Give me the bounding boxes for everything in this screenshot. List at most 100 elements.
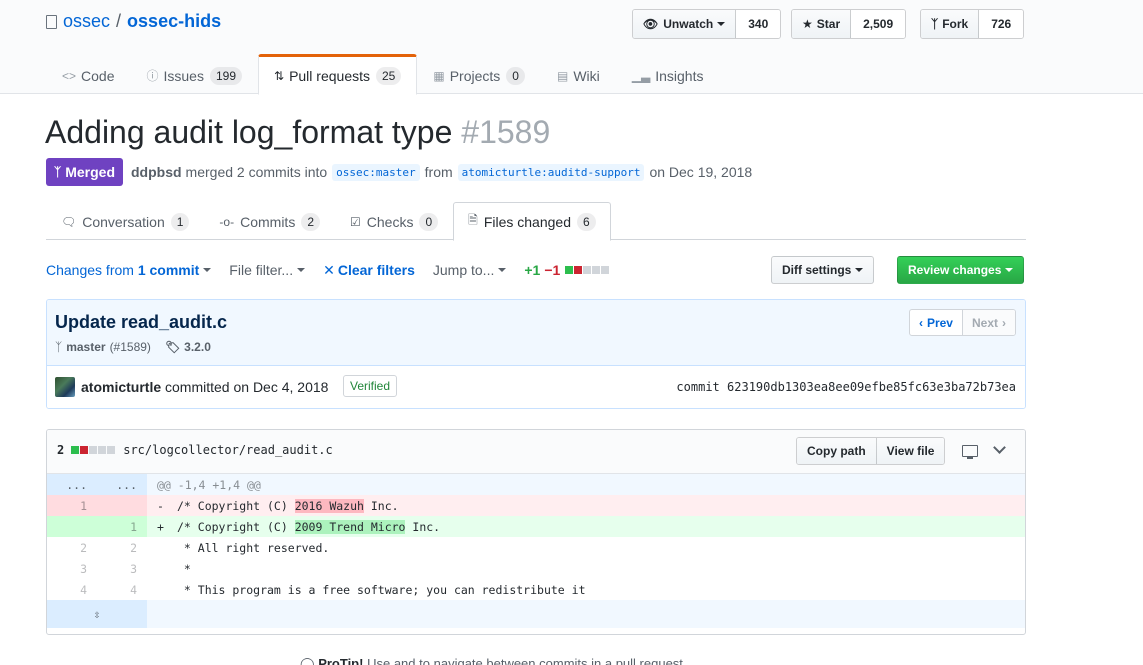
- old-line-number[interactable]: 3: [47, 558, 97, 579]
- tab-projects[interactable]: ▦ Projects 0: [417, 54, 541, 95]
- files-counter: 6: [576, 212, 596, 231]
- unfold-icon[interactable]: ⇳: [47, 600, 147, 628]
- code-text: *: [177, 561, 191, 576]
- repo-icon: [46, 14, 57, 29]
- commit-branch-info: ᛉ master (#1589) 🏷 3.2.0: [55, 340, 215, 354]
- tab-files-label: Files changed: [483, 213, 571, 230]
- forks-count[interactable]: 726: [979, 10, 1024, 38]
- issue-icon: ⓘ: [146, 69, 159, 83]
- protip-rest: to navigate between commits in a pull re…: [419, 656, 687, 665]
- comment-icon: 🗨: [61, 214, 77, 229]
- avatar[interactable]: [55, 377, 75, 397]
- new-line-number[interactable]: 2: [97, 537, 147, 558]
- star-button[interactable]: ★ Star: [792, 10, 852, 38]
- book-icon: ▤: [556, 68, 569, 83]
- old-line-number[interactable]: 1: [47, 495, 97, 516]
- new-line-number[interactable]: 1: [97, 516, 147, 537]
- next-label: Next: [971, 315, 998, 330]
- code-text: /* Copyright (C): [177, 519, 295, 534]
- copy-path-button[interactable]: Copy path: [797, 438, 876, 464]
- tab-conversation[interactable]: 🗨 Conversation 1: [46, 202, 204, 241]
- merge-date: on Dec 19, 2018: [649, 164, 753, 180]
- base-branch[interactable]: ossec:master: [332, 163, 420, 181]
- line-code: * All right reserved.: [147, 537, 1025, 558]
- deletions-count: −1: [544, 262, 561, 278]
- prev-button[interactable]: ‹ Prev: [910, 310, 963, 335]
- caret-down-icon: [297, 268, 306, 272]
- repo-owner-link[interactable]: ossec: [63, 11, 110, 32]
- chevron-left-icon: ‹: [918, 315, 923, 330]
- chevron-down-icon[interactable]: [993, 441, 1006, 454]
- unwatch-button[interactable]: 👁 Unwatch: [633, 10, 737, 38]
- old-line-number[interactable]: [47, 516, 97, 537]
- commit-box: Update read_audit.c ᛉ master (#1589) 🏷 3…: [46, 299, 1026, 409]
- tab-code[interactable]: <> Code: [46, 54, 130, 95]
- changes-from-dropdown[interactable]: Changes from 1 commit: [46, 262, 212, 278]
- watchers-count[interactable]: 340: [736, 10, 781, 38]
- diff-toolbar: Changes from 1 commit File filter... ✕ C…: [46, 256, 1026, 284]
- caret-down-icon: [203, 268, 212, 272]
- diffstat-block: [574, 266, 583, 274]
- one-commit-label: 1 commit: [137, 262, 200, 278]
- verified-badge[interactable]: Verified: [343, 375, 398, 397]
- eye-icon: 👁: [643, 17, 659, 31]
- caret-down-icon: [717, 22, 726, 26]
- jump-to-dropdown[interactable]: Jump to...: [433, 262, 507, 278]
- review-changes-button[interactable]: Review changes: [897, 256, 1025, 284]
- tab-pull-requests[interactable]: ⇅ Pull requests 25: [258, 54, 418, 95]
- tab-issues[interactable]: ⓘ Issues 199: [130, 54, 258, 95]
- expand-spacer: [147, 600, 1025, 628]
- additions-count: +1: [524, 262, 541, 278]
- repo-name-link[interactable]: ossec-hids: [127, 11, 221, 32]
- old-line-number[interactable]: 4: [47, 579, 97, 600]
- pr-author-link[interactable]: ddpbsd: [131, 164, 182, 180]
- repo-separator: /: [116, 11, 122, 31]
- fork-button[interactable]: ᛉ Fork: [921, 10, 980, 38]
- tab-wiki-label: Wiki: [573, 67, 600, 84]
- pr-meta: ᛉ Merged ddpbsd merged 2 commits into os…: [46, 158, 752, 186]
- diff-settings-button[interactable]: Diff settings: [771, 256, 875, 284]
- line-sign: -: [157, 498, 164, 513]
- commit-sha-value[interactable]: 623190db1303ea8ee09efbe85fc63e3ba72b73ea: [727, 380, 1016, 394]
- tab-projects-label: Projects: [449, 67, 501, 84]
- tab-issues-label: Issues: [163, 67, 204, 84]
- diffstat-block: [583, 266, 592, 274]
- clear-filters-button[interactable]: ✕ Clear filters: [323, 262, 415, 279]
- commit-pr-ref[interactable]: (#1589): [110, 340, 151, 354]
- commit-branch-name[interactable]: master: [66, 340, 105, 354]
- tab-checks[interactable]: ☑ Checks 0: [335, 202, 453, 241]
- tab-files-changed[interactable]: 🗎 Files changed 6: [453, 202, 611, 241]
- next-button[interactable]: Next ›: [962, 310, 1015, 335]
- conversation-counter: 1: [170, 212, 190, 231]
- file-path[interactable]: src/logcollector/read_audit.c: [123, 443, 333, 457]
- view-file-button[interactable]: View file: [875, 438, 945, 464]
- tab-commits-label: Commits: [240, 213, 296, 230]
- issues-counter: 199: [209, 66, 242, 85]
- expand-up-new[interactable]: ...: [97, 474, 147, 495]
- context-line: 4 4 * This program is a free software; y…: [47, 579, 1025, 600]
- new-line-number[interactable]: [97, 495, 147, 516]
- diffstat-block: [80, 446, 89, 454]
- tab-commits[interactable]: -o- Commits 2: [204, 202, 335, 241]
- tag-icon: 🏷: [164, 340, 181, 354]
- monitor-icon[interactable]: [962, 445, 978, 459]
- pull-request-icon: ⇅: [274, 68, 285, 83]
- lightbulb-icon: ◯: [300, 656, 315, 665]
- merge-icon: ᛉ: [54, 165, 62, 179]
- new-line-number[interactable]: 3: [97, 558, 147, 579]
- repo-title: ossec / ossec-hids: [46, 11, 221, 32]
- old-line-number[interactable]: 2: [47, 537, 97, 558]
- head-branch[interactable]: atomicturtle:auditd-support: [457, 163, 645, 181]
- expand-up-old[interactable]: ...: [47, 474, 97, 495]
- tab-conversation-label: Conversation: [82, 213, 165, 230]
- graph-icon: ▁▃: [631, 68, 651, 83]
- tab-insights[interactable]: ▁▃ Insights: [616, 54, 720, 95]
- stargazers-count[interactable]: 2,509: [851, 10, 906, 38]
- file-filter-dropdown[interactable]: File filter...: [229, 262, 306, 278]
- caret-down-icon: [498, 268, 507, 272]
- tab-wiki[interactable]: ▤ Wiki: [541, 54, 616, 95]
- commit-author-link[interactable]: atomicturtle: [81, 379, 161, 395]
- new-line-number[interactable]: 4: [97, 579, 147, 600]
- commit-tag[interactable]: 3.2.0: [184, 340, 211, 354]
- tab-checks-label: Checks: [366, 213, 414, 230]
